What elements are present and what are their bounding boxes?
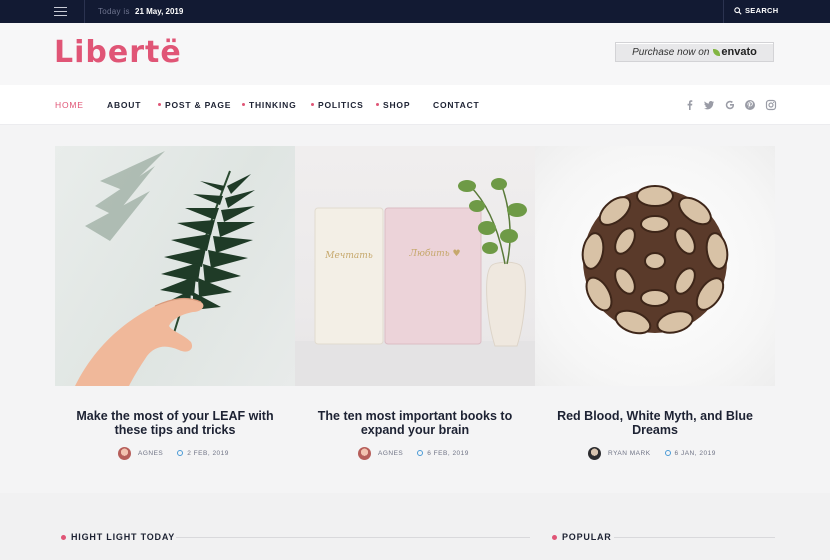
post-title[interactable]: Make the most of your LEAF with these ti… [55, 409, 295, 437]
divider [84, 0, 85, 23]
clock-icon [177, 450, 184, 456]
top-bar: Today is 21 May, 2019 SEARCH [0, 0, 830, 23]
post-date: 6 JAN, 2019 [674, 449, 716, 457]
main-nav: HOME ABOUT POST & PAGE THINKING POLITICS… [0, 85, 830, 125]
twitter-icon[interactable] [703, 99, 715, 111]
section-heading-popular: POPULAR [552, 532, 612, 542]
search-button[interactable]: SEARCH [734, 6, 778, 15]
envato-brand: envato [721, 46, 757, 58]
nav-item-about[interactable]: ABOUT [107, 100, 141, 110]
post-meta: RYAN MARK 6 JAN, 2019 [588, 446, 716, 460]
search-icon [734, 6, 742, 15]
search-label: SEARCH [745, 6, 779, 15]
post-title[interactable]: The ten most important books to expand y… [295, 409, 535, 437]
date-value: 21 May, 2019 [135, 7, 184, 16]
avatar[interactable] [358, 446, 371, 460]
section-heading-highlight: HIGHT LIGHT TODAY [61, 532, 175, 542]
post-image-books[interactable]: Мечтать Любить ♥ [295, 146, 535, 386]
bottom-section: HIGHT LIGHT TODAY POPULAR [0, 493, 830, 560]
clock-icon [417, 450, 424, 456]
site-logo[interactable]: Libertë [54, 35, 182, 70]
avatar[interactable] [588, 446, 601, 460]
google-icon[interactable] [724, 99, 736, 111]
bullet-dot [552, 534, 557, 540]
nav-item-thinking[interactable]: THINKING [242, 100, 296, 110]
fern-illustration [75, 151, 255, 386]
svg-text:Любить ♥: Любить ♥ [408, 248, 460, 259]
section-divider [176, 537, 530, 538]
avatar[interactable] [118, 446, 131, 460]
bullet-dot [61, 534, 66, 540]
post-image-pinecone[interactable] [535, 146, 775, 386]
instagram-icon[interactable] [765, 99, 777, 111]
divider [723, 0, 724, 23]
svg-text:Мечтать: Мечтать [324, 251, 373, 261]
site-header: Libertë Purchase now on envato [0, 23, 830, 85]
post-author[interactable]: AGNES [378, 450, 403, 457]
section-divider [614, 537, 775, 538]
submenu-dot [158, 103, 161, 107]
books-illustration: Мечтать Любить ♥ [295, 178, 535, 386]
envato-leaf-icon [713, 48, 721, 56]
post-date: 2 FEB, 2019 [187, 449, 229, 457]
submenu-dot [376, 103, 379, 107]
date-label: Today is [98, 7, 130, 16]
post-date: 6 FEB, 2019 [427, 449, 469, 457]
post-image-fern[interactable] [55, 146, 295, 386]
pinecone-illustration [581, 185, 729, 335]
post-meta: AGNES 6 FEB, 2019 [358, 446, 469, 460]
clock-icon [664, 450, 671, 456]
facebook-icon[interactable] [684, 99, 696, 111]
nav-item-home[interactable]: HOME [55, 100, 84, 110]
nav-item-politics[interactable]: POLITICS [311, 100, 364, 110]
submenu-dot [242, 103, 245, 107]
menu-icon[interactable] [54, 7, 67, 16]
nav-item-shop[interactable]: SHOP [376, 100, 410, 110]
post-title[interactable]: Red Blood, White Myth, and Blue Dreams [535, 409, 775, 437]
nav-item-contact[interactable]: CONTACT [433, 100, 480, 110]
post-author[interactable]: RYAN MARK [608, 450, 651, 457]
envato-purchase-button[interactable]: Purchase now on envato [615, 42, 774, 62]
envato-prefix: Purchase now on [632, 46, 710, 58]
submenu-dot [311, 103, 314, 107]
nav-item-post-page[interactable]: POST & PAGE [158, 100, 231, 110]
pinterest-icon[interactable] [744, 99, 756, 111]
post-author[interactable]: AGNES [138, 450, 163, 457]
post-meta: AGNES 2 FEB, 2019 [118, 446, 229, 460]
